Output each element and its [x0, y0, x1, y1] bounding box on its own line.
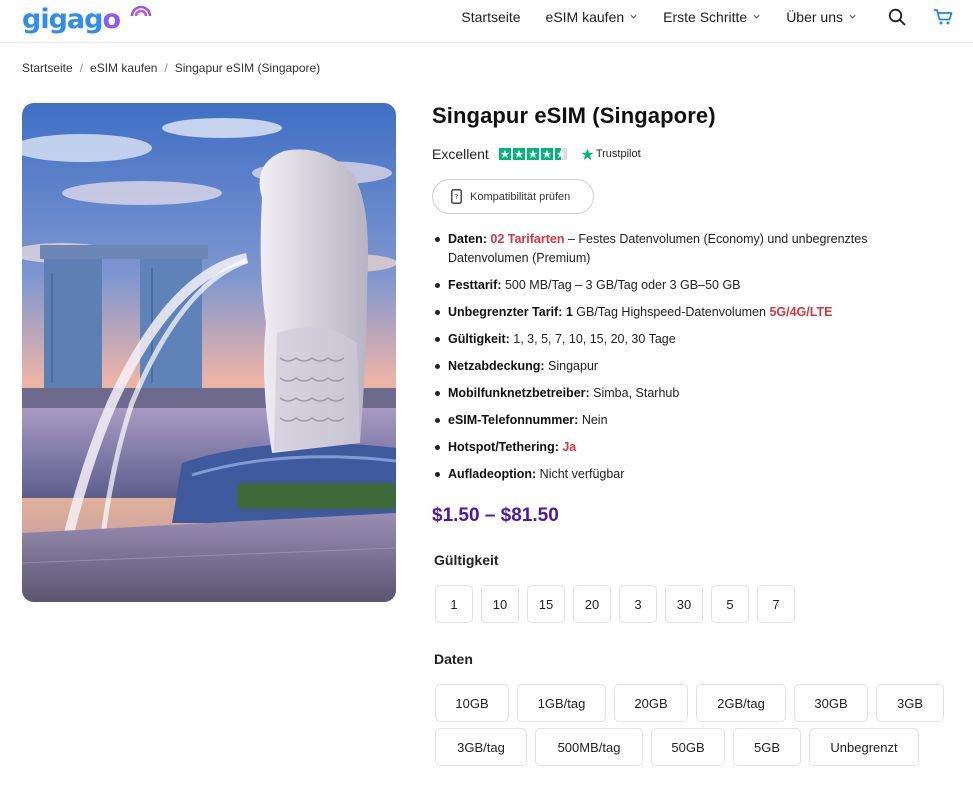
- star-half-icon: [554, 148, 567, 160]
- breadcrumb-current: Singapur eSIM (Singapore): [174, 61, 321, 75]
- nav-erste-schritte[interactable]: Erste Schritte: [663, 9, 761, 25]
- spec-item-esim-telefonnummer: eSIM-Telefonnummer: Nein: [432, 411, 932, 430]
- spec-value: 1, 3, 5, 7, 10, 15, 20, 30 Tage: [509, 331, 676, 346]
- spec-value: Nicht verfügbar: [536, 466, 625, 481]
- spec-key: Gültigkeit:: [448, 331, 510, 346]
- chevron-down-icon: [849, 14, 856, 19]
- validity-option[interactable]: 5: [711, 585, 749, 623]
- spec-key: Daten:: [448, 232, 487, 246]
- data-option[interactable]: 500MB/tag: [535, 728, 643, 766]
- search-icon[interactable]: [887, 7, 907, 27]
- compat-button-label: Kompatibilität prüfen: [470, 190, 571, 203]
- spec-list: Daten: 02 Tarifarten – Festes Datenvolum…: [432, 230, 932, 492]
- nav-ueber-uns[interactable]: Über uns: [786, 9, 857, 25]
- trustpilot-label: Trustpilot: [595, 148, 641, 160]
- validity-option[interactable]: 7: [757, 585, 795, 623]
- spec-value: 500 MB/Tag – 3 GB/Tag oder 3 GB–50 GB: [501, 277, 741, 292]
- price-range: $1.50 – $81.50: [432, 505, 559, 526]
- spec-item-gueltigkeit: Gültigkeit: 1, 3, 5, 7, 10, 15, 20, 30 T…: [432, 330, 932, 349]
- spec-item-netzabdeckung: Netzabdeckung: Singapur: [432, 357, 932, 376]
- data-option[interactable]: 30GB: [794, 684, 868, 722]
- breadcrumb-link-startseite[interactable]: Startseite: [22, 61, 73, 75]
- spec-key: Unbegrenzter Tarif: 1: [448, 304, 573, 319]
- logo-wordmark: gigago: [22, 4, 121, 35]
- trustpilot-logo: Trustpilot: [581, 148, 641, 161]
- star-icon: [498, 148, 511, 160]
- validity-option[interactable]: 3: [619, 585, 657, 623]
- data-option[interactable]: 2GB/tag: [696, 684, 786, 722]
- product-image: [22, 103, 396, 602]
- nav-label: Erste Schritte: [663, 8, 748, 25]
- nav-startseite[interactable]: Startseite: [461, 9, 520, 25]
- spec-key: eSIM-Telefonnummer:: [448, 412, 579, 427]
- spec-value: Singapur: [544, 358, 599, 373]
- spec-item-aufladeoption: Aufladeoption: Nicht verfügbar: [432, 465, 932, 484]
- signal-icon: [130, 5, 152, 17]
- rating-label: Excellent: [432, 146, 489, 162]
- gigago-logo[interactable]: gigago: [22, 2, 152, 35]
- site-header: gigago Startseite eSIM kaufen Erste Schr…: [0, 0, 973, 43]
- data-options-row-1: 10GB 1GB/tag 20GB 2GB/tag 30GB 3GB: [435, 684, 944, 722]
- validity-label: Gültigkeit: [434, 552, 499, 568]
- spec-item-mobilfunknetzbetreiber: Mobilfunknetzbetreiber: Simba, Starhub: [432, 384, 932, 403]
- validity-options: 1 10 15 20 3 30 5 7: [435, 585, 795, 623]
- data-options-row-2: 3GB/tag 500MB/tag 50GB 5GB Unbegrenzt: [435, 728, 919, 766]
- spec-highlight: 5G/4G/LTE: [769, 304, 833, 319]
- validity-option[interactable]: 20: [573, 585, 611, 623]
- star-icon: [526, 148, 539, 160]
- spec-key: Festtarif:: [448, 277, 502, 292]
- star-icon: [540, 148, 553, 160]
- spec-key: Hotspot/Tethering:: [448, 439, 559, 454]
- check-compatibility-button[interactable]: ? Kompatibilität prüfen: [432, 179, 594, 214]
- product-title: Singapur eSIM (Singapore): [432, 103, 716, 128]
- spec-item-festtarif: Festtarif: 500 MB/Tag – 3 GB/Tag oder 3 …: [432, 276, 932, 295]
- chevron-down-icon: [753, 14, 760, 19]
- spec-item-unbegrenzter-tarif: Unbegrenzter Tarif: 1 GB/Tag Highspeed-D…: [432, 303, 932, 322]
- spec-item-daten: Daten: 02 Tarifarten – Festes Datenvolum…: [432, 230, 932, 267]
- merlion-illustration: [22, 103, 396, 602]
- nav-label: Startseite: [461, 8, 521, 25]
- data-option[interactable]: 1GB/tag: [517, 684, 606, 722]
- spec-highlight: 02 Tarifarten: [490, 232, 565, 246]
- breadcrumb-separator: /: [79, 61, 84, 75]
- data-option[interactable]: 20GB: [614, 684, 688, 722]
- data-option[interactable]: 3GB/tag: [435, 728, 527, 766]
- main-nav: Startseite eSIM kaufen Erste Schritte Üb…: [461, 0, 953, 33]
- spec-highlight: Ja: [562, 439, 577, 454]
- spec-item-hotspot: Hotspot/Tethering: Ja: [432, 438, 932, 457]
- nav-label: Über uns: [786, 8, 843, 25]
- breadcrumb: Startseite / eSIM kaufen / Singapur eSIM…: [22, 61, 320, 75]
- breadcrumb-link-esim-kaufen[interactable]: eSIM kaufen: [90, 61, 157, 75]
- nav-esim-kaufen[interactable]: eSIM kaufen: [546, 9, 639, 25]
- chevron-down-icon: [630, 14, 637, 19]
- phone-icon: ?: [451, 189, 462, 204]
- spec-key: Mobilfunknetzbetreiber:: [448, 385, 590, 400]
- spec-value: Simba, Starhub: [589, 385, 680, 400]
- cart-icon[interactable]: [933, 7, 953, 27]
- data-label: Daten: [434, 651, 473, 667]
- data-option[interactable]: 50GB: [651, 728, 725, 766]
- star-icon: [512, 148, 525, 160]
- spec-key: Aufladeoption:: [448, 466, 537, 481]
- data-option[interactable]: 5GB: [733, 728, 801, 766]
- spec-value: GB/Tag Highspeed-Datenvolumen: [572, 304, 770, 319]
- trustpilot-rating[interactable]: Excellent Trustpilot: [432, 146, 641, 162]
- validity-option[interactable]: 1: [435, 585, 473, 623]
- data-option[interactable]: Unbegrenzt: [809, 728, 919, 766]
- validity-option[interactable]: 10: [481, 585, 519, 623]
- data-option[interactable]: 3GB: [876, 684, 944, 722]
- breadcrumb-separator: /: [164, 61, 168, 75]
- nav-label: eSIM kaufen: [545, 8, 625, 25]
- spec-value: Nein: [578, 412, 608, 427]
- rating-stars: [498, 148, 567, 160]
- svg-text:?: ?: [455, 193, 459, 201]
- spec-key: Netzabdeckung:: [448, 358, 545, 373]
- validity-option[interactable]: 15: [527, 585, 565, 623]
- data-option[interactable]: 10GB: [435, 684, 509, 722]
- trustpilot-star-icon: [581, 148, 594, 160]
- validity-option[interactable]: 30: [665, 585, 703, 623]
